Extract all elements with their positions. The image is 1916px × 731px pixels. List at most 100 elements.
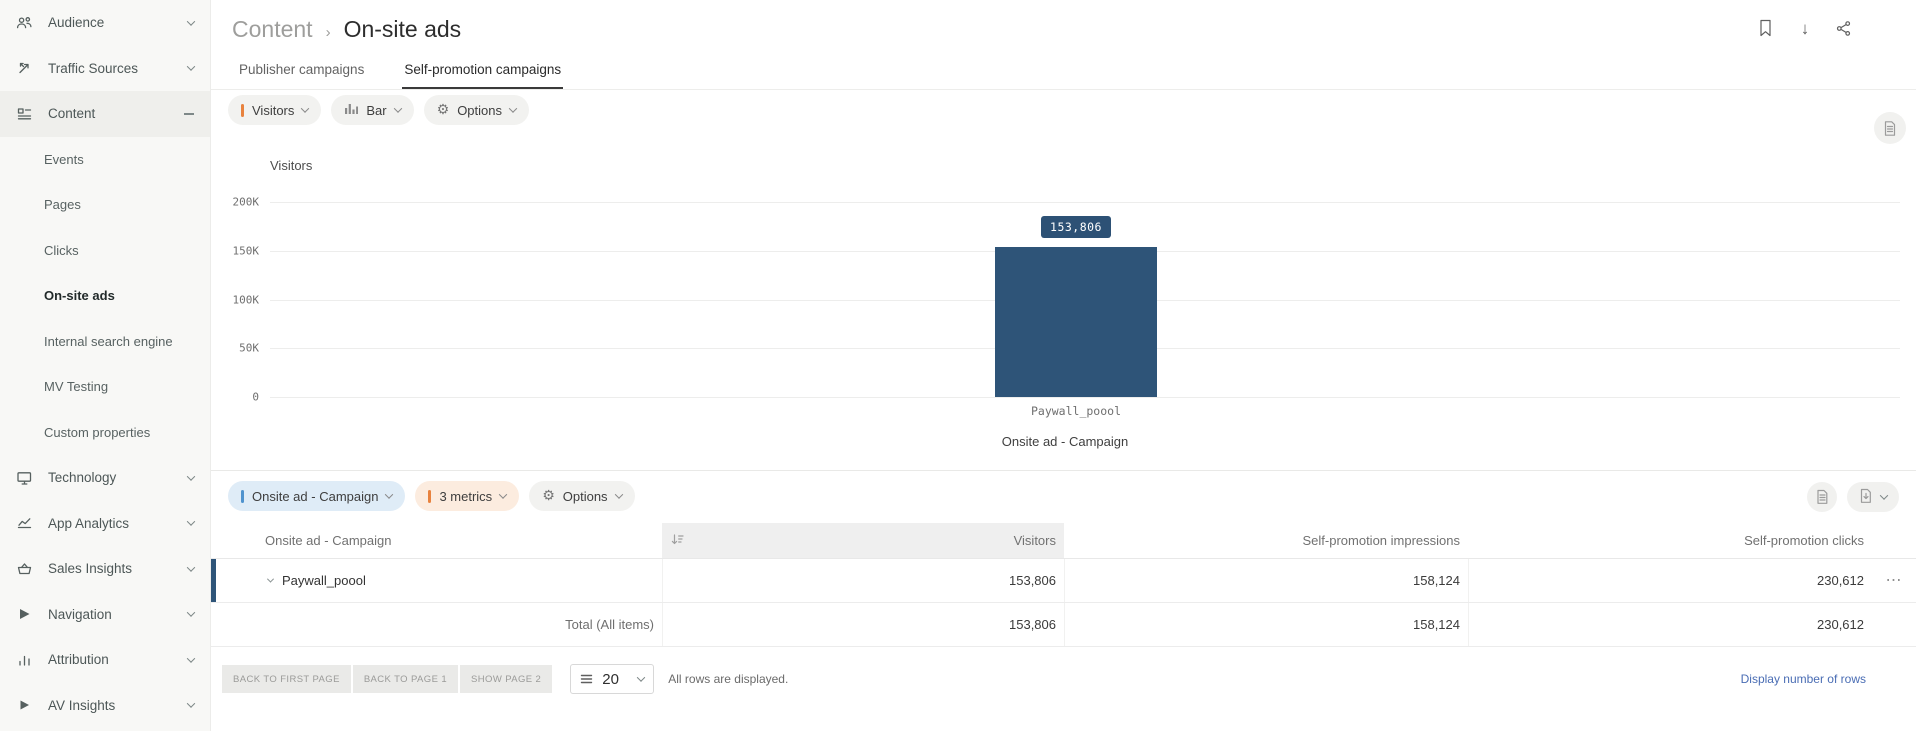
column-header-impressions[interactable]: Self-promotion impressions bbox=[1064, 523, 1468, 558]
total-impressions-value: 158,124 bbox=[1064, 603, 1468, 646]
chart-type-selector[interactable]: Bar bbox=[331, 95, 414, 125]
export-button[interactable] bbox=[1847, 482, 1899, 512]
sidebar-item-app-analytics[interactable]: App Analytics bbox=[0, 501, 210, 547]
chart-options-button[interactable]: ⚙ Options bbox=[423, 95, 529, 125]
sidebar: Audience Traffic Sources Content Events … bbox=[0, 0, 211, 731]
table-report-button[interactable] bbox=[1807, 482, 1837, 512]
metric-selector[interactable]: Visitors bbox=[228, 95, 322, 125]
table-actions bbox=[1807, 482, 1899, 512]
total-clicks-value: 230,612 bbox=[1468, 603, 1872, 646]
download-icon[interactable]: ↓ bbox=[1796, 18, 1814, 38]
header-actions: ↓ bbox=[1756, 18, 1916, 40]
chart-y-axis-title: Visitors bbox=[270, 158, 313, 173]
bar-value-badge-slot: 153,806 bbox=[995, 216, 1157, 239]
y-axis-tick: 200K bbox=[232, 195, 260, 209]
app-analytics-icon bbox=[15, 514, 33, 532]
sidebar-item-av-insights[interactable]: AV Insights bbox=[0, 683, 210, 729]
column-header-clicks[interactable]: Self-promotion clicks bbox=[1468, 523, 1872, 558]
row-clicks-value: 230,612 bbox=[1468, 559, 1872, 602]
row-visitors-value: 153,806 bbox=[662, 559, 1064, 602]
audience-icon bbox=[15, 14, 33, 32]
chart-report-button[interactable] bbox=[1874, 112, 1906, 144]
pagination-status: All rows are displayed. bbox=[668, 672, 789, 686]
bookmark-icon[interactable] bbox=[1756, 18, 1774, 38]
tab-publisher-campaigns[interactable]: Publisher campaigns bbox=[237, 62, 366, 89]
sidebar-item-custom-properties[interactable]: Custom properties bbox=[0, 410, 210, 456]
collapse-icon bbox=[184, 112, 194, 115]
y-axis-tick: 50K bbox=[239, 341, 259, 355]
column-header-dimension[interactable]: Onsite ad - Campaign bbox=[211, 523, 662, 558]
dimension-selector[interactable]: Onsite ad - Campaign bbox=[228, 481, 406, 511]
chevron-down-icon bbox=[385, 490, 394, 499]
sidebar-item-navigation[interactable]: Navigation bbox=[0, 592, 210, 638]
page-title: On-site ads bbox=[343, 16, 462, 42]
sidebar-item-attribution[interactable]: Attribution bbox=[0, 637, 210, 683]
chevron-down-icon bbox=[614, 490, 623, 499]
kebab-menu-icon[interactable]: ⋯ bbox=[1886, 572, 1903, 589]
chart-type-label: Bar bbox=[366, 102, 387, 118]
metrics-selector-label: 3 metrics bbox=[439, 488, 493, 504]
dimension-selector-label: Onsite ad - Campaign bbox=[252, 488, 379, 504]
sidebar-item-label: MV Testing bbox=[44, 379, 109, 395]
column-header-actions bbox=[1872, 523, 1916, 558]
chevron-down-icon[interactable] bbox=[266, 575, 275, 583]
sidebar-item-sales-insights[interactable]: Sales Insights bbox=[0, 546, 210, 592]
column-header-visitors[interactable]: Visitors bbox=[662, 523, 1064, 558]
sidebar-item-clicks[interactable]: Clicks bbox=[0, 228, 210, 274]
row-dimension-cell[interactable]: Paywall_poool bbox=[211, 559, 662, 602]
technology-icon bbox=[15, 469, 33, 487]
chart-bar[interactable] bbox=[995, 247, 1157, 397]
metrics-selector[interactable]: 3 metrics bbox=[415, 481, 520, 511]
sidebar-item-on-site-ads[interactable]: On-site ads bbox=[0, 273, 210, 319]
chevron-down-icon bbox=[393, 104, 402, 113]
breadcrumb: Content › On-site ads bbox=[232, 16, 461, 43]
sidebar-item-label: Internal search engine bbox=[44, 333, 173, 349]
chart-controls: Visitors Bar ⚙ Options bbox=[228, 95, 529, 125]
table-options-button[interactable]: ⚙ Options bbox=[529, 481, 635, 511]
sidebar-item-traffic-sources[interactable]: Traffic Sources bbox=[0, 46, 210, 92]
sidebar-item-audience[interactable]: Audience bbox=[0, 0, 210, 46]
metric-color-tick-icon bbox=[241, 103, 244, 117]
total-visitors-value: 153,806 bbox=[662, 603, 1064, 646]
sidebar-item-label: Traffic Sources bbox=[48, 60, 139, 76]
sidebar-item-label: Clicks bbox=[44, 242, 79, 258]
sidebar-item-internal-search-engine[interactable]: Internal search engine bbox=[0, 319, 210, 365]
rows-per-page-select[interactable]: 20 bbox=[570, 664, 655, 694]
av-insights-icon bbox=[15, 696, 33, 714]
x-axis-tick: Paywall_poool bbox=[1030, 404, 1121, 418]
back-to-page-1-button[interactable]: BACK TO PAGE 1 bbox=[352, 665, 459, 693]
sidebar-item-events[interactable]: Events bbox=[0, 137, 210, 183]
sidebar-item-mv-testing[interactable]: MV Testing bbox=[0, 364, 210, 410]
table-row[interactable]: Paywall_poool 153,806 158,124 230,612 ⋯ bbox=[211, 559, 1916, 603]
sidebar-item-technology[interactable]: Technology bbox=[0, 455, 210, 501]
chart-x-axis-title: Onsite ad - Campaign bbox=[1001, 434, 1129, 449]
row-label: Paywall_poool bbox=[282, 573, 366, 588]
tab-self-promotion-campaigns[interactable]: Self-promotion campaigns bbox=[402, 62, 564, 89]
rows-per-page-value: 20 bbox=[602, 670, 619, 688]
total-label: Total (All items) bbox=[565, 617, 654, 632]
display-number-of-rows-link[interactable]: Display number of rows bbox=[1741, 672, 1866, 686]
bar-value-badge: 153,806 bbox=[1041, 216, 1111, 239]
sidebar-item-label: Attribution bbox=[48, 652, 109, 668]
bar-chart-icon bbox=[344, 102, 359, 118]
list-icon bbox=[581, 674, 593, 684]
tab-bar: Publisher campaigns Self-promotion campa… bbox=[237, 62, 564, 89]
chevron-down-icon bbox=[186, 563, 196, 572]
chevron-down-icon bbox=[186, 517, 196, 527]
share-icon[interactable] bbox=[1834, 18, 1852, 38]
chart-options-label: Options bbox=[457, 102, 502, 118]
chevron-down-icon bbox=[186, 654, 196, 663]
gridline bbox=[270, 202, 1900, 203]
sidebar-item-content[interactable]: Content bbox=[0, 91, 210, 137]
main-content: Content › On-site ads ↓ Publisher campai… bbox=[211, 0, 1916, 731]
column-header-label: Visitors bbox=[1013, 533, 1056, 548]
sort-desc-icon[interactable] bbox=[670, 532, 685, 549]
show-page-2-button[interactable]: SHOW PAGE 2 bbox=[460, 665, 553, 693]
back-to-first-page-button[interactable]: BACK TO FIRST PAGE bbox=[222, 665, 351, 693]
breadcrumb-parent[interactable]: Content bbox=[232, 16, 313, 43]
sidebar-item-label: Custom properties bbox=[44, 424, 151, 440]
table-options-label: Options bbox=[562, 488, 608, 504]
sidebar-item-pages[interactable]: Pages bbox=[0, 182, 210, 228]
chevron-down-icon bbox=[186, 17, 196, 26]
y-axis-tick: 150K bbox=[232, 244, 260, 258]
